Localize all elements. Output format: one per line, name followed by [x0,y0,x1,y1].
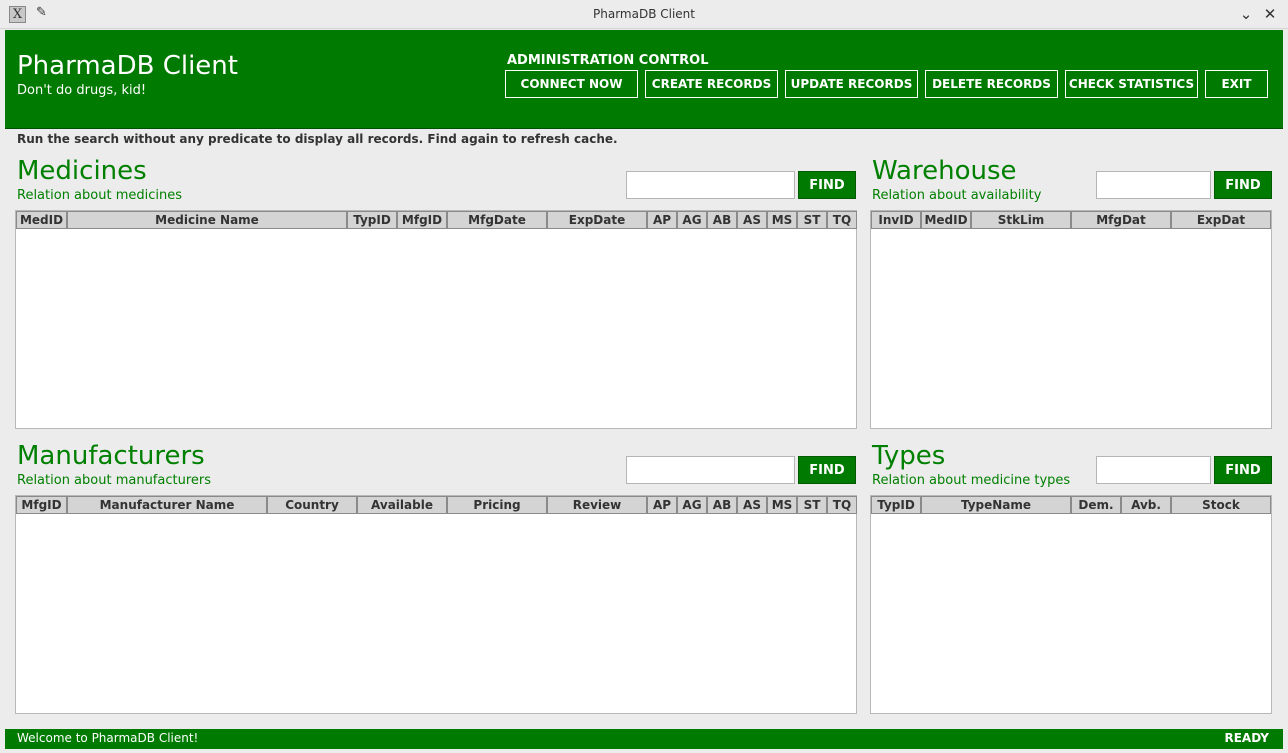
window-titlebar: X ✎ PharmaDB Client ⌄ ✕ [0,0,1288,29]
manufacturers-find-button[interactable]: FIND [798,456,856,484]
manufacturers-table-header: MfgID Manufacturer Name Country Availabl… [16,496,857,514]
types-table-header: TypID TypeName Dem. Avb. Stock [871,496,1271,514]
column-header[interactable]: InvID [871,211,921,229]
search-hint: Run the search without any predicate to … [17,132,618,146]
admin-control-label: ADMINISTRATION CONTROL [507,53,709,68]
column-header[interactable]: TypID [347,211,397,229]
column-header[interactable]: MfgID [16,496,67,514]
warehouse-search-input[interactable] [1096,171,1211,199]
column-header[interactable]: Pricing [447,496,547,514]
manufacturers-subtitle: Relation about manufacturers [17,473,212,488]
column-header[interactable]: MedID [921,211,971,229]
column-header[interactable]: StkLim [971,211,1071,229]
connect-now-button[interactable]: CONNECT NOW [505,70,638,98]
manufacturers-table[interactable]: MfgID Manufacturer Name Country Availabl… [15,495,857,714]
warehouse-title: Warehouse [872,156,1017,186]
delete-records-button[interactable]: DELETE RECORDS [925,70,1058,98]
warehouse-find-button[interactable]: FIND [1214,171,1272,199]
column-header[interactable]: ExpDat [1171,211,1271,229]
app-subtitle: Don't do drugs, kid! [17,83,147,98]
column-header[interactable]: AP [647,496,677,514]
app-header: PharmaDB Client Don't do drugs, kid! ADM… [5,30,1283,129]
check-statistics-button[interactable]: CHECK STATISTICS [1065,70,1198,98]
column-header[interactable]: TQ [827,211,857,229]
column-header[interactable]: Dem. [1071,496,1121,514]
column-header[interactable]: AS [737,211,767,229]
column-header[interactable]: Manufacturer Name [67,496,267,514]
column-header[interactable]: AB [707,211,737,229]
column-header[interactable]: TQ [827,496,857,514]
minimize-icon[interactable]: ⌄ [1236,4,1256,24]
types-table[interactable]: TypID TypeName Dem. Avb. Stock [870,495,1272,714]
column-header[interactable]: MS [767,496,797,514]
column-header[interactable]: TypeName [921,496,1071,514]
column-header[interactable]: MS [767,211,797,229]
column-header[interactable]: MedID [16,211,67,229]
column-header[interactable]: AG [677,211,707,229]
medicines-find-button[interactable]: FIND [798,171,856,199]
medicines-search-input[interactable] [626,171,795,199]
create-records-button[interactable]: CREATE RECORDS [645,70,778,98]
medicines-subtitle: Relation about medicines [17,188,182,203]
status-state: READY [1224,731,1269,745]
column-header[interactable]: MfgDat [1071,211,1171,229]
update-records-button[interactable]: UPDATE RECORDS [785,70,918,98]
column-header[interactable]: TypID [871,496,921,514]
medicines-title: Medicines [17,156,147,186]
column-header[interactable]: MfgDate [447,211,547,229]
column-header[interactable]: Available [357,496,447,514]
column-header[interactable]: AP [647,211,677,229]
column-header[interactable]: ST [797,496,827,514]
manufacturers-search-input[interactable] [626,456,795,484]
status-message: Welcome to PharmaDB Client! [17,731,199,745]
close-icon[interactable]: ✕ [1260,4,1280,24]
column-header[interactable]: Medicine Name [67,211,347,229]
column-header[interactable]: Avb. [1121,496,1171,514]
column-header[interactable]: ExpDate [547,211,647,229]
column-header[interactable]: MfgID [397,211,447,229]
types-search-input[interactable] [1096,456,1211,484]
medicines-table[interactable]: MedID Medicine Name TypID MfgID MfgDate … [15,210,857,429]
types-title: Types [872,441,946,471]
warehouse-table-header: InvID MedID StkLim MfgDat ExpDat [871,211,1271,229]
app-title: PharmaDB Client [17,51,238,81]
types-subtitle: Relation about medicine types [872,473,1071,488]
column-header[interactable]: Country [267,496,357,514]
column-header[interactable]: Review [547,496,647,514]
warehouse-subtitle: Relation about availability [872,188,1042,203]
column-header[interactable]: Stock [1171,496,1271,514]
status-bar: Welcome to PharmaDB Client! READY [5,729,1283,749]
manufacturers-title: Manufacturers [17,441,205,471]
warehouse-table[interactable]: InvID MedID StkLim MfgDat ExpDat [870,210,1272,429]
window-title: PharmaDB Client [593,7,695,21]
medicines-table-header: MedID Medicine Name TypID MfgID MfgDate … [16,211,857,229]
column-header[interactable]: AS [737,496,767,514]
column-header[interactable]: AG [677,496,707,514]
column-header[interactable]: ST [797,211,827,229]
column-header[interactable]: AB [707,496,737,514]
types-find-button[interactable]: FIND [1214,456,1272,484]
exit-button[interactable]: EXIT [1205,70,1268,98]
